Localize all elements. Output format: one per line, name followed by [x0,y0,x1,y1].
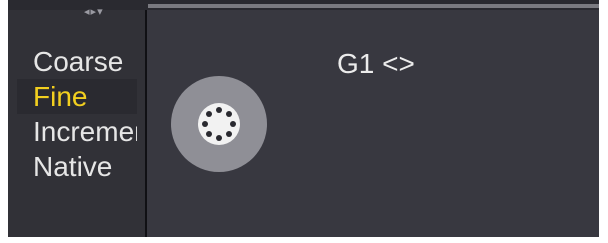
sidebar-divider[interactable] [145,10,147,237]
precision-item-native[interactable]: Native [17,149,137,184]
precision-item-fine[interactable]: Fine [17,79,137,114]
arrow-left-icon[interactable]: ◂ [84,6,90,17]
precision-item-increment[interactable]: Increment [17,114,137,149]
jog-dial[interactable] [171,76,267,172]
arrow-right-icon[interactable]: ▸ [91,6,97,17]
precision-item-coarse[interactable]: Coarse [17,44,137,79]
arrow-down-icon[interactable]: ▾ [97,6,103,17]
editor-window: ◂ ▸ ▾ Coarse Fine Increment Native G1 <> [8,0,599,237]
jog-dial-icon [198,103,240,145]
group-label: G1 <> [337,48,415,79]
panel-arrows-icon[interactable]: ◂ ▸ ▾ [84,0,103,22]
precision-list: Coarse Fine Increment Native [17,44,137,184]
top-strip-accent [148,4,599,8]
